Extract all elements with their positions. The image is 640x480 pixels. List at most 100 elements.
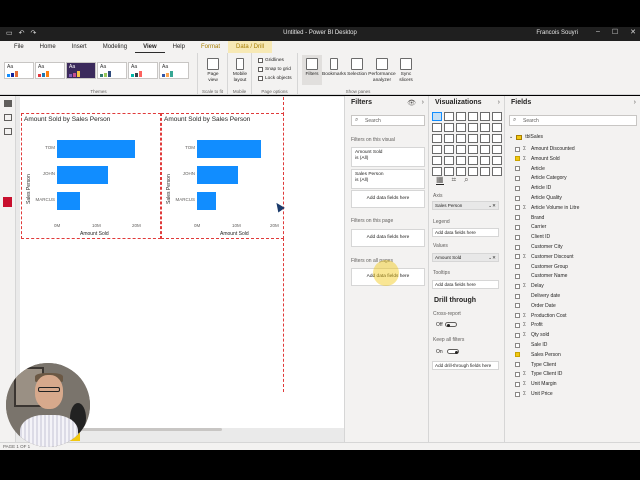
lock-objects-checkbox[interactable]: Lock objects: [258, 76, 292, 81]
page-filter-dropzone[interactable]: Add data fields here: [351, 229, 425, 247]
bar-john[interactable]: [57, 166, 108, 184]
page-view-button[interactable]: Page view: [202, 58, 224, 83]
filters-pane-button[interactable]: Filters: [302, 55, 322, 85]
field-item[interactable]: Customer City: [515, 244, 563, 250]
collapse-chevron-icon[interactable]: ›: [498, 99, 500, 106]
tooltips-well[interactable]: Add data fields here: [432, 280, 499, 289]
field-item[interactable]: Σ Unit Price: [515, 391, 553, 397]
selection-pane-button[interactable]: Selection: [346, 58, 368, 78]
visual-type-icon[interactable]: [456, 134, 466, 143]
visual-type-icon[interactable]: [480, 145, 490, 154]
bar-john[interactable]: [197, 166, 239, 184]
drill-through-well[interactable]: Add drill-through fields here: [432, 361, 499, 370]
visual-type-icon[interactable]: [444, 123, 454, 132]
visual-type-icon[interactable]: [432, 112, 442, 121]
close-icon[interactable]: ✕: [630, 28, 636, 36]
visual-type-icon[interactable]: [480, 167, 490, 176]
bar-marcus[interactable]: [57, 192, 80, 210]
field-item[interactable]: Article Quality: [515, 195, 562, 201]
tab-data-drill[interactable]: Data / Drill: [228, 41, 273, 53]
visual-type-icon[interactable]: [456, 145, 466, 154]
tab-file[interactable]: File: [6, 41, 32, 53]
field-item[interactable]: Customer Name: [515, 273, 567, 279]
field-item[interactable]: Article Category: [515, 175, 567, 181]
performance-analyzer-button[interactable]: Performance analyzer: [368, 58, 396, 83]
visual-type-icon[interactable]: [468, 167, 478, 176]
filters-search-input[interactable]: ⌕ Search: [351, 115, 425, 126]
field-checkbox[interactable]: [515, 234, 520, 240]
tab-view[interactable]: View: [135, 41, 165, 53]
visual-type-icon[interactable]: [432, 123, 442, 132]
theme-swatch[interactable]: Aa: [35, 62, 65, 79]
visual-type-icon[interactable]: [468, 112, 478, 121]
field-checkbox[interactable]: [515, 215, 520, 221]
field-checkbox[interactable]: [515, 224, 520, 230]
visual-type-icon[interactable]: [468, 156, 478, 165]
visual-type-icon[interactable]: [468, 123, 478, 132]
visual-type-icon[interactable]: [432, 134, 442, 143]
field-checkbox[interactable]: [515, 391, 520, 397]
tab-format[interactable]: Format: [193, 41, 228, 53]
field-item[interactable]: Σ Type Client ID: [515, 371, 562, 377]
field-checkbox[interactable]: [515, 352, 520, 358]
field-item[interactable]: Delivery date: [515, 293, 560, 299]
fields-search-input[interactable]: ⌕ Search: [509, 115, 637, 126]
field-item[interactable]: Sales Person: [515, 352, 561, 358]
dropdown-chevron-icon[interactable]: ⌄✕: [488, 255, 496, 261]
field-item[interactable]: Σ Qty sold: [515, 332, 549, 338]
field-checkbox[interactable]: [515, 264, 520, 270]
bar-chart-visual[interactable]: Amount Sold by Sales Person Sales Person…: [161, 113, 284, 239]
field-checkbox[interactable]: [515, 156, 520, 162]
theme-swatch[interactable]: Aa: [128, 62, 158, 79]
field-checkbox[interactable]: [515, 175, 520, 181]
bar-marcus[interactable]: [197, 192, 216, 210]
field-item[interactable]: Carrier: [515, 224, 546, 230]
axis-well-field[interactable]: Sales Person ⌄✕: [432, 201, 499, 210]
field-checkbox[interactable]: [515, 332, 520, 338]
field-checkbox[interactable]: [515, 273, 520, 279]
field-checkbox[interactable]: [515, 313, 520, 319]
filter-card-amount-sold[interactable]: Amount Sold is (All): [351, 147, 425, 167]
visual-type-icon[interactable]: [492, 123, 502, 132]
minimize-icon[interactable]: –: [596, 28, 600, 36]
expand-chevron-icon[interactable]: ⌄: [509, 134, 513, 140]
eye-icon[interactable]: 👁: [407, 99, 416, 107]
visual-type-icon[interactable]: [444, 134, 454, 143]
field-checkbox[interactable]: [515, 283, 520, 289]
field-item[interactable]: Σ Amount Discounted: [515, 146, 575, 152]
field-item[interactable]: Client ID: [515, 234, 550, 240]
keep-all-filters-toggle[interactable]: [447, 349, 459, 354]
visual-type-icon[interactable]: [492, 134, 502, 143]
field-item[interactable]: Article: [515, 166, 545, 172]
legend-well[interactable]: Add data fields here: [432, 228, 499, 237]
field-item[interactable]: Sale ID: [515, 342, 547, 348]
field-item[interactable]: Σ Production Cost: [515, 313, 567, 319]
maximize-icon[interactable]: ☐: [612, 28, 618, 36]
tab-home[interactable]: Home: [32, 41, 64, 53]
field-checkbox[interactable]: [515, 205, 520, 211]
mobile-layout-button[interactable]: Mobile layout: [230, 58, 250, 83]
field-item[interactable]: Σ Customer Discount: [515, 254, 574, 260]
visual-type-icon[interactable]: [432, 156, 442, 165]
visual-type-icon[interactable]: [456, 112, 466, 121]
field-item[interactable]: Customer Group: [515, 264, 568, 270]
analytics-icon[interactable]: ⌕: [464, 175, 468, 185]
filter-card-sales-person[interactable]: Sales Person is (All): [351, 169, 425, 189]
visual-type-icon[interactable]: [480, 112, 490, 121]
visual-type-icon[interactable]: [432, 145, 442, 154]
model-view-icon[interactable]: [4, 128, 12, 135]
tab-insert[interactable]: Insert: [64, 41, 95, 53]
field-item[interactable]: Type Client: [515, 362, 556, 368]
field-item[interactable]: Brand: [515, 215, 544, 221]
sync-slicers-button[interactable]: Sync slicers: [396, 58, 416, 83]
field-item[interactable]: Order Date: [515, 303, 556, 309]
field-checkbox[interactable]: [515, 244, 520, 250]
visual-type-icon[interactable]: [468, 134, 478, 143]
visual-type-icon[interactable]: [444, 156, 454, 165]
field-item[interactable]: Article ID: [515, 185, 551, 191]
field-item[interactable]: Σ Amount Sold: [515, 156, 560, 162]
visual-type-icon[interactable]: [480, 134, 490, 143]
theme-swatch[interactable]: Aa: [97, 62, 127, 79]
snap-to-grid-checkbox[interactable]: Snap to grid: [258, 67, 291, 72]
theme-swatch[interactable]: Aa: [159, 62, 189, 79]
